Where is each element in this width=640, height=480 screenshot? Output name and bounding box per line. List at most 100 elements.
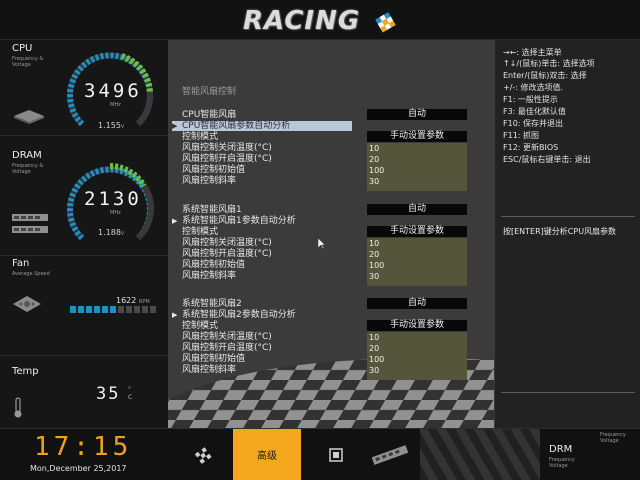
temp-title: Temp [12,366,39,377]
sys-fan1-slope-value[interactable]: 30 [367,272,379,282]
sys-fan1-initial-value-label[interactable]: 风扇控制初始值 [182,260,245,270]
cpu-title: CPU [12,43,33,54]
temperature-unit: ° C [128,386,133,401]
help-line: Enter/(鼠标)双击: 选择 [503,71,587,80]
cpu-subtitle: Frequency & Voltage [12,56,44,68]
fan-speed-segment [70,306,76,313]
tab-chipset[interactable] [310,429,362,480]
sys-fan2-start-temp-value[interactable]: 20 [367,344,379,354]
cpu-fan-auto-analyze[interactable]: ▶ CPU智能风扇参数自动分析 [172,121,352,131]
sys-fan1-mode-label[interactable]: 系统智能风扇1 [182,205,242,215]
fan-speed-segment [150,306,156,313]
sys-fan1-control-mode-select[interactable]: 手动设置参数 [367,226,467,237]
sys-fan1-stop-temp-value[interactable]: 10 [367,239,379,249]
thermometer-icon [14,397,22,418]
sys-fan1-auto-analyze[interactable]: ▶ 系统智能风扇1参数自动分析 [172,216,296,226]
sys-fan1-slope-label[interactable]: 风扇控制斜率 [182,271,236,281]
sys-fan2-mode-select[interactable]: 自动 [367,298,467,309]
sys-fan2-start-temp-label[interactable]: 风扇控制开启温度(°C) [182,343,272,353]
fan-speed-segment [126,306,132,313]
drm-label[interactable]: DRM [549,444,572,455]
cpu-fan-stop-temp-value[interactable]: 10 [367,144,379,154]
sys-fan2-slope-value[interactable]: 30 [367,366,379,376]
sys-fan1-start-temp-value[interactable]: 20 [367,250,379,260]
help-divider [501,216,635,217]
sys-fan2-stop-temp-value[interactable]: 10 [367,333,379,343]
cpu-fan-slope-value[interactable]: 30 [367,177,379,187]
cpu-fan-stop-temp-label[interactable]: 风扇控制关闭温度(°C) [182,143,272,153]
fan-speed-segment [86,306,92,313]
page-title: 智能风扇控制 [182,87,237,97]
sys-fan2-control-mode-label[interactable]: 控制模式 [182,321,218,331]
fan-speed-value: 1622 RPM [116,296,150,305]
help-panel: →←: 选择主菜单 ↑↓/(鼠标)单击: 选择选项 Enter/(鼠标)双击: … [494,40,640,428]
chip-icon [329,447,343,462]
mouse-pointer-icon [318,238,326,250]
cpu-fan-slope-label[interactable]: 风扇控制斜率 [182,176,236,186]
drm-subtitle-right: Frequency Voltage [600,432,626,444]
cpu-fan-mode-label[interactable]: CPU智能风扇 [182,110,236,120]
fan-speed-segment [142,306,148,313]
cpu-voltage-value: 1.155V [98,121,125,130]
dram-title: DRAM [12,150,42,161]
cpu-frequency-unit: MHz [110,102,121,108]
checkered-flag-icon [194,446,212,464]
cpu-fan-initial-value-label[interactable]: 风扇控制初始值 [182,165,245,175]
sys-fan1-mode-select[interactable]: 自动 [367,204,467,215]
help-line: →←: 选择主菜单 [503,48,562,57]
cpu-fan-mode-select[interactable]: 自动 [367,109,467,120]
cpu-fan-initial-value[interactable]: 100 [367,166,384,176]
sys-fan2-initial-value-label[interactable]: 风扇控制初始值 [182,354,245,364]
memory-stick-icon [371,444,409,465]
help-divider [501,392,635,393]
fan-speed-segment [78,306,84,313]
fan-speed-segment [134,306,140,313]
racing-logo: RACING [243,6,361,36]
sys-fan2-initial-value[interactable]: 100 [367,355,384,365]
fan-speed-bar [70,306,156,313]
sys-fan1-stop-temp-label[interactable]: 风扇控制关闭温度(°C) [182,238,272,248]
footer-checker-decoration [420,429,540,480]
cpu-fan-control-mode-label[interactable]: 控制模式 [182,132,218,142]
item-description: 按[ENTER]键分析CPU风扇参数 [503,227,617,236]
header-bar: RACING [0,0,640,40]
drm-subtitle: Frequency Voltage [549,457,575,469]
fan-speed-segment [118,306,124,313]
sys-fan1-initial-value[interactable]: 100 [367,261,384,271]
help-line: F12: 更新BIOS [503,143,559,152]
temperature-value: 35 [96,384,121,404]
tab-memory[interactable] [362,429,418,480]
help-line: F1: 一般性提示 [503,95,558,104]
sys-fan2-stop-temp-label[interactable]: 风扇控制关闭温度(°C) [182,332,272,342]
sys-fan1-start-temp-label[interactable]: 风扇控制开启温度(°C) [182,249,272,259]
fan-icon [13,296,41,312]
sys-fan2-control-mode-select[interactable]: 手动设置参数 [367,320,467,331]
help-line: ↑↓/(鼠标)单击: 选择选项 [503,59,595,68]
fan-title: Fan [12,258,30,269]
memory-module-icon [12,214,48,233]
dram-frequency-value: 2130 [84,188,142,210]
sys-fan2-slope-label[interactable]: 风扇控制斜率 [182,365,236,375]
tab-advanced[interactable]: 高级 [233,429,301,480]
tab-racing[interactable] [176,429,232,480]
date: Mon,December 25,2017 [30,464,127,473]
submenu-arrow-icon: ▶ [172,311,178,319]
checkered-flag-logo [375,12,396,33]
fan-speed-segment [110,306,116,313]
sys-fan2-auto-analyze[interactable]: ▶ 系统智能风扇2参数自动分析 [172,310,296,320]
sys-fan1-control-mode-label[interactable]: 控制模式 [182,227,218,237]
fan-control-panel: 智能风扇控制 CPU智能风扇 自动 ▶ CPU智能风扇参数自动分析 控制模式 手动… [168,40,494,428]
submenu-arrow-icon: ▶ [172,122,178,130]
help-line: F11: 抓图 [503,131,540,140]
cpu-fan-start-temp-value[interactable]: 20 [367,155,379,165]
cpu-fan-start-temp-label[interactable]: 风扇控制开启温度(°C) [182,154,272,164]
dram-subtitle: Frequency & Voltage [12,163,44,175]
cpu-fan-control-mode-select[interactable]: 手动设置参数 [367,131,467,142]
clock: 17:15 [34,432,133,462]
help-line: F10: 保存并退出 [503,119,564,128]
sys-fan2-mode-label[interactable]: 系统智能风扇2 [182,299,242,309]
submenu-arrow-icon: ▶ [172,217,178,225]
fan-subtitle: Average Speed [12,271,50,277]
help-line: F3: 最佳化默认值 [503,107,566,116]
fan-speed-segment [94,306,100,313]
